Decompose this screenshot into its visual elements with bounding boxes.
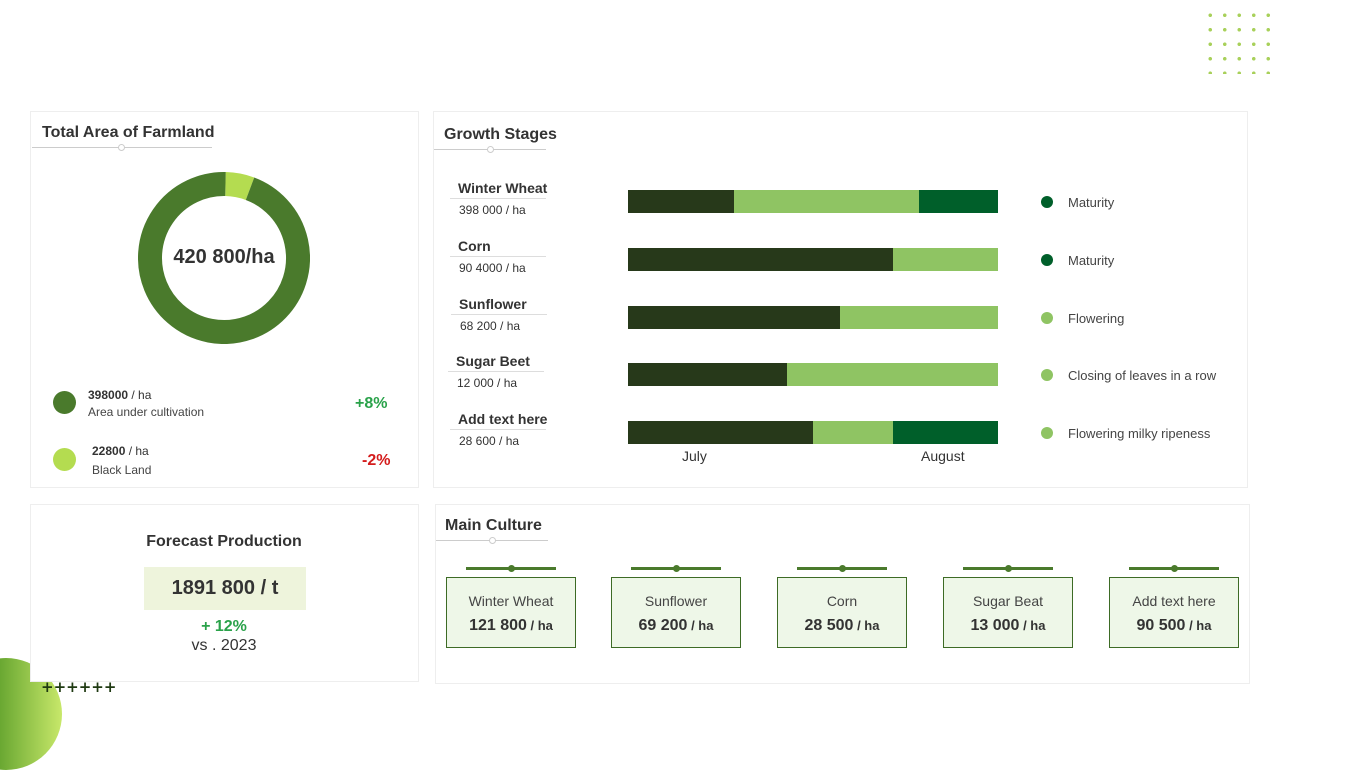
axis-label-july: July <box>682 448 707 464</box>
culture-connector-dot <box>1005 565 1012 572</box>
stage-label: Maturity <box>1068 195 1115 210</box>
growth-row-value: 28 600 / ha <box>459 434 520 448</box>
growth-bar-segment <box>813 421 893 444</box>
culture-item-value: 69 200 / ha <box>638 617 714 634</box>
legend-value-black-land: 22800 / ha <box>92 444 149 458</box>
culture-connector-dot <box>508 565 515 572</box>
culture-item-box: Sugar Beat 13 000 / ha <box>943 577 1073 648</box>
legend-dot-cultivation <box>53 391 76 414</box>
legend-desc-black-land: Black Land <box>92 463 152 477</box>
growth-title: Growth Stages <box>444 126 557 143</box>
growth-bar-segment <box>892 421 998 444</box>
growth-bar <box>628 363 998 386</box>
culture-connector-dot <box>673 565 680 572</box>
forecast-change: + 12% <box>201 618 247 635</box>
growth-row-divider <box>450 429 546 430</box>
growth-bar-segment <box>840 306 998 329</box>
growth-row-divider <box>450 198 546 199</box>
growth-row-divider <box>451 314 547 315</box>
culture-title-dot <box>489 537 496 544</box>
stage-label: Flowering <box>1068 311 1125 326</box>
culture-title: Main Culture <box>445 517 542 534</box>
growth-bar <box>628 306 998 329</box>
stage-dot <box>1041 427 1053 439</box>
culture-item-value: 90 500 / ha <box>1136 617 1212 634</box>
culture-item-name: Add text here <box>1132 593 1216 609</box>
culture-item-name: Sunflower <box>644 593 708 609</box>
stage-dot <box>1041 196 1053 208</box>
culture-item-value: 13 000 / ha <box>970 617 1046 634</box>
growth-bar-segment <box>918 190 998 213</box>
growth-bar-segment <box>733 190 919 213</box>
growth-row-name: Corn <box>458 238 491 254</box>
growth-bar-segment <box>628 363 788 386</box>
culture-item-name: Winter Wheat <box>468 593 554 609</box>
stage-dot <box>1041 369 1053 381</box>
forecast-value: 1891 800 / t <box>144 567 306 610</box>
growth-bar-segment <box>787 363 998 386</box>
growth-bar <box>628 248 998 271</box>
growth-bar-segment <box>892 248 998 271</box>
growth-row-name: Sugar Beet <box>456 353 530 369</box>
growth-bar <box>628 190 998 213</box>
stage-dot <box>1041 312 1053 324</box>
farmland-title: Total Area of Farmland <box>42 124 215 141</box>
legend-value-cultivation: 398000 / ha <box>88 388 152 402</box>
pct-cultivation: +8% <box>355 395 388 412</box>
growth-bar-segment <box>628 190 734 213</box>
growth-row-value: 90 4000 / ha <box>459 261 526 275</box>
growth-row-name: Add text here <box>458 411 548 427</box>
growth-row-divider <box>450 256 546 257</box>
culture-item-name: Sugar Beat <box>972 593 1044 609</box>
farmland-total-label: 420 800/ha <box>173 246 275 268</box>
growth-bar-segment <box>628 306 840 329</box>
culture-item-box: Winter Wheat 121 800 / ha <box>446 577 576 648</box>
forecast-compare: vs . 2023 <box>191 637 257 654</box>
legend-desc-cultivation: Area under cultivation <box>88 405 205 419</box>
legend-dot-black-land <box>53 448 76 471</box>
growth-row-value: 68 200 / ha <box>460 319 521 333</box>
stage-label: Closing of leaves in a row <box>1068 368 1217 383</box>
forecast-title: Forecast Production <box>146 533 302 550</box>
culture-item-box: Corn 28 500 / ha <box>777 577 907 648</box>
culture-item-name: Corn <box>826 593 858 609</box>
growth-row-value: 12 000 / ha <box>457 376 518 390</box>
growth-row-divider <box>448 371 544 372</box>
culture-connector-dot <box>839 565 846 572</box>
stage-label: Maturity <box>1068 253 1115 268</box>
axis-label-august: August <box>921 448 965 464</box>
growth-row-name: Winter Wheat <box>458 180 548 196</box>
culture-connector-dot <box>1171 565 1178 572</box>
growth-bar <box>628 421 998 444</box>
growth-bar-segment <box>628 248 893 271</box>
growth-title-dot <box>487 146 494 153</box>
donut-slice-black-land <box>224 172 255 201</box>
culture-item-value: 121 800 / ha <box>469 617 553 634</box>
stage-dot <box>1041 254 1053 266</box>
growth-row-value: 398 000 / ha <box>459 203 526 217</box>
growth-row-name: Sunflower <box>459 296 527 312</box>
farmland-title-dot <box>118 144 125 151</box>
culture-item-value: 28 500 / ha <box>804 617 880 634</box>
stage-label: Flowering milky ripeness <box>1068 426 1211 441</box>
culture-item-box: Add text here 90 500 / ha <box>1109 577 1239 648</box>
culture-item-box: Sunflower 69 200 / ha <box>611 577 741 648</box>
pct-black-land: -2% <box>362 452 391 469</box>
dot-grid-decoration <box>1203 8 1273 74</box>
growth-bar-segment <box>628 421 813 444</box>
